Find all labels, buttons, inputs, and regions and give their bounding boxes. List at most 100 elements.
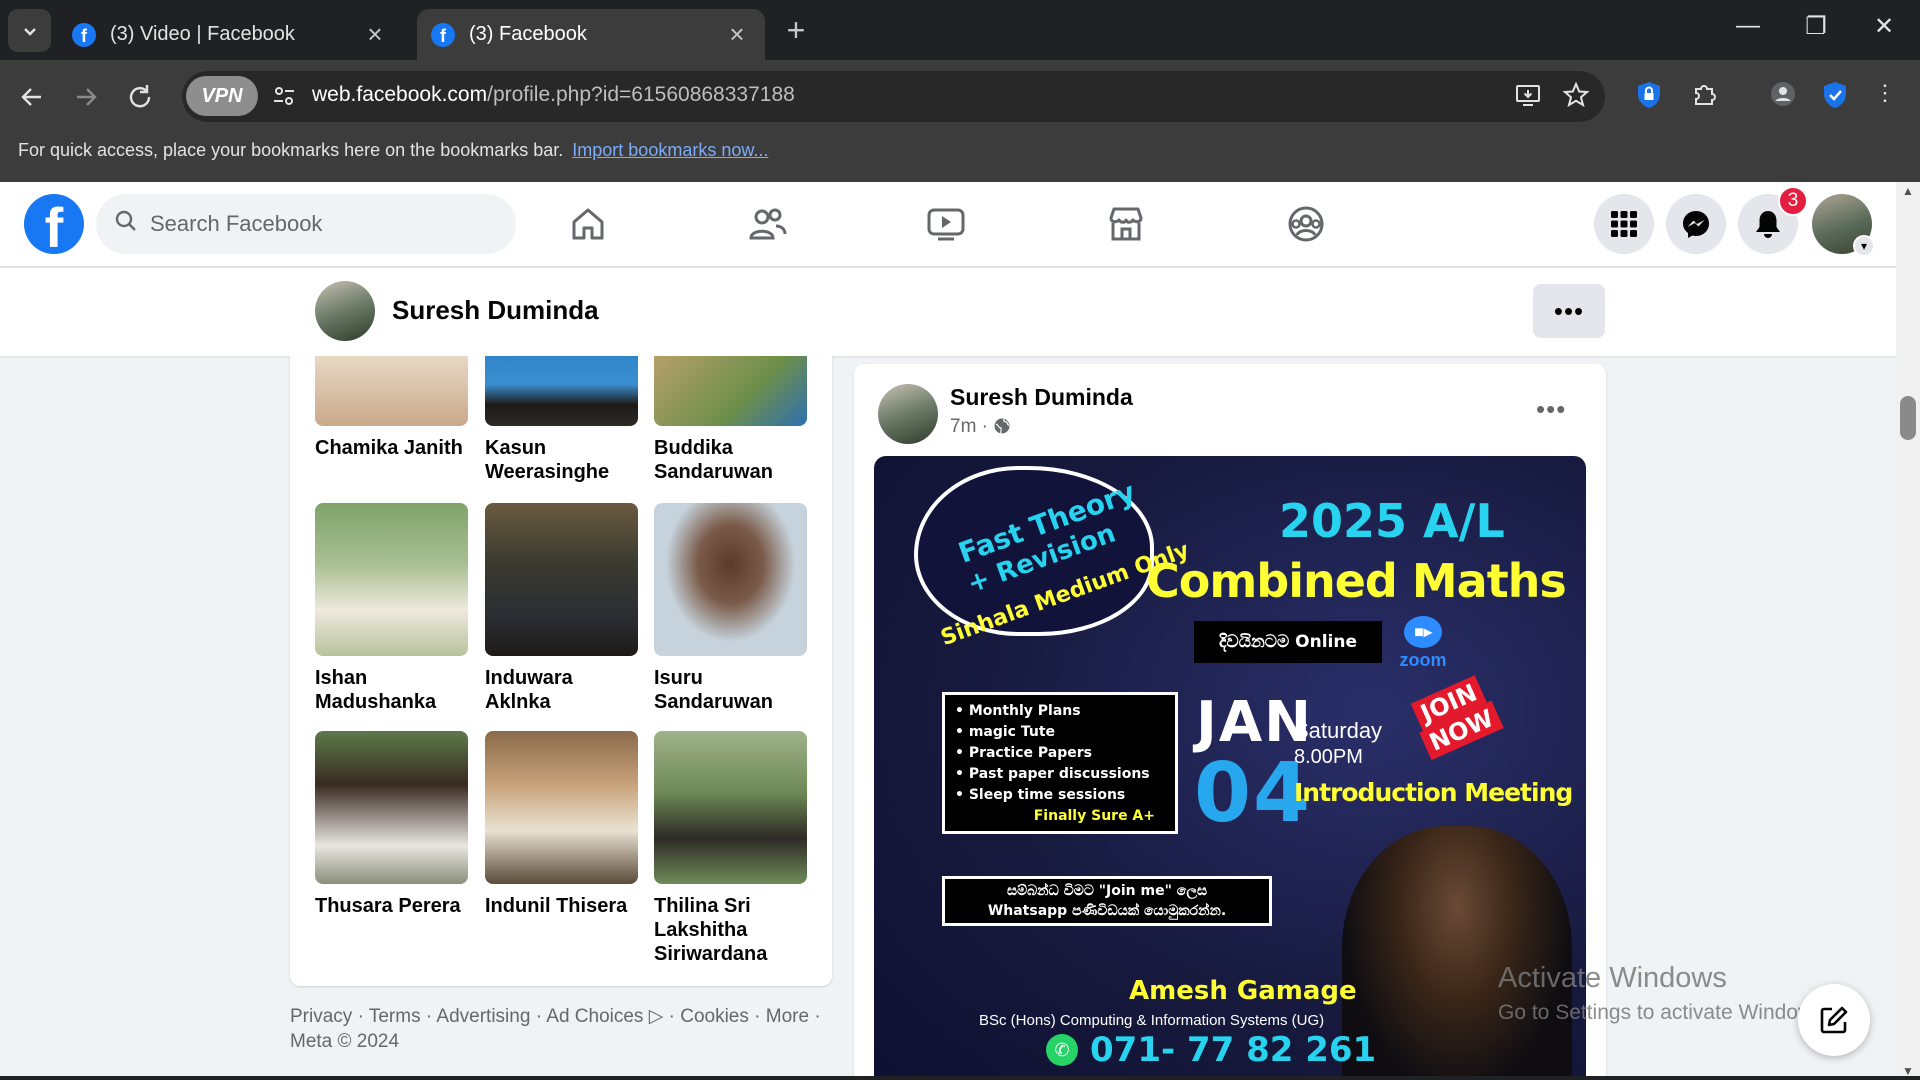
messenger-button[interactable]: [1666, 194, 1726, 254]
arrow-left-icon: [21, 88, 41, 106]
bookmarks-message: For quick access, place your bookmarks h…: [18, 140, 564, 160]
search-input[interactable]: [150, 211, 470, 237]
new-message-button[interactable]: [1798, 984, 1870, 1056]
facebook-search-box[interactable]: [96, 194, 516, 254]
password-extension-icon[interactable]: [1632, 80, 1666, 114]
vpn-button[interactable]: VPN: [186, 76, 258, 116]
post-image-flyer[interactable]: Fast Theory + Revision Sinhala Medium On…: [874, 456, 1586, 1080]
friend-tile[interactable]: Chamika Janith: [315, 356, 468, 460]
extensions-puzzle-icon[interactable]: [1688, 80, 1722, 114]
friend-photo[interactable]: [315, 356, 468, 426]
flyer-subject: Combined Maths: [1146, 554, 1567, 608]
friends-card: Chamika Janith Kasun Weerasinghe Buddika…: [290, 356, 832, 986]
friend-name[interactable]: Kasun Weerasinghe: [485, 436, 638, 484]
friend-name[interactable]: Thusara Perera: [315, 894, 468, 918]
nav-marketplace-tab[interactable]: [1094, 196, 1158, 252]
friend-name[interactable]: Buddika Sandaruwan: [654, 436, 807, 484]
friend-tile[interactable]: Isuru Sandaruwan: [654, 503, 807, 714]
profile-more-button[interactable]: •••: [1533, 284, 1605, 338]
url-text[interactable]: web.facebook.com/profile.php?id=61560868…: [312, 83, 795, 107]
nav-home-tab[interactable]: [556, 196, 620, 252]
post-author-name[interactable]: Suresh Duminda: [950, 384, 1133, 411]
search-icon: [114, 209, 138, 240]
bell-icon: [1756, 211, 1780, 238]
forward-button[interactable]: [66, 77, 106, 117]
footer-link-terms[interactable]: Terms: [369, 1006, 421, 1027]
footer-link-advertising[interactable]: Advertising: [436, 1006, 530, 1027]
feature-item: • magic Tute: [955, 724, 1056, 740]
profile-account-icon[interactable]: [1766, 80, 1800, 114]
grid-menu-icon: [1611, 211, 1637, 237]
friend-photo[interactable]: [485, 731, 638, 884]
page-scrollbar[interactable]: ▲ ▼: [1896, 182, 1920, 1080]
site-info-icon[interactable]: [270, 83, 298, 111]
friend-tile[interactable]: Buddika Sandaruwan: [654, 356, 807, 484]
friend-name[interactable]: Isuru Sandaruwan: [654, 666, 807, 714]
friend-tile[interactable]: Kasun Weerasinghe: [485, 356, 638, 484]
flyer-year-title: 2025 A/L: [1279, 494, 1505, 548]
friend-tile[interactable]: Ishan Madushanka: [315, 503, 468, 714]
account-avatar-button[interactable]: ▾: [1812, 194, 1875, 257]
browser-toolbar: VPN web.facebook.com/profile.php?id=6156…: [0, 60, 1920, 190]
flyer-time: 8.00PM: [1294, 746, 1363, 768]
import-bookmarks-link[interactable]: Import bookmarks now...: [572, 140, 768, 160]
friend-tile[interactable]: Induwara Aklnka: [485, 503, 638, 714]
friend-tile[interactable]: Thusara Perera: [315, 731, 468, 918]
friend-photo[interactable]: [315, 731, 468, 884]
tab-search-button[interactable]: [8, 9, 51, 52]
profile-avatar[interactable]: [315, 281, 375, 341]
friend-photo[interactable]: [485, 503, 638, 656]
bookmark-star-icon[interactable]: [1560, 81, 1592, 113]
tab-video-facebook[interactable]: f (3) Video | Facebook ×: [58, 9, 403, 60]
nav-video-tab[interactable]: [914, 196, 978, 252]
facebook-logo-icon[interactable]: f: [24, 194, 84, 254]
footer-link-ad-choices[interactable]: Ad Choices: [546, 1006, 643, 1027]
post-author-avatar[interactable]: [878, 384, 938, 444]
restore-window-button[interactable]: ❐: [1796, 12, 1836, 41]
nav-groups-tab[interactable]: [1274, 196, 1338, 252]
friend-name[interactable]: Induwara Aklnka: [485, 666, 638, 714]
menu-grid-button[interactable]: [1594, 194, 1654, 254]
friend-photo[interactable]: [654, 356, 807, 426]
nav-friends-tab[interactable]: [736, 196, 800, 252]
post-options-button[interactable]: •••: [1536, 394, 1566, 425]
friend-name[interactable]: Chamika Janith: [315, 436, 468, 460]
friend-photo[interactable]: [654, 503, 807, 656]
activate-windows-subtitle: Go to Settings to activate Windows.: [1498, 1001, 1830, 1024]
close-window-button[interactable]: ✕: [1864, 12, 1904, 41]
friend-name[interactable]: Thilina Sri Lakshitha Siriwardana: [654, 894, 807, 966]
close-tab-icon[interactable]: ×: [361, 19, 389, 50]
flyer-intro-meeting: Introduction Meeting: [1294, 778, 1573, 807]
tab-facebook-active[interactable]: f (3) Facebook ×: [417, 9, 765, 60]
post-time-text: 7m ·: [950, 416, 988, 437]
footer-link-cookies[interactable]: Cookies: [680, 1006, 749, 1027]
minimize-window-button[interactable]: —: [1728, 12, 1768, 40]
profile-name[interactable]: Suresh Duminda: [392, 295, 599, 326]
security-shield-icon[interactable]: [1818, 80, 1852, 114]
scroll-up-arrow-icon[interactable]: ▲: [1896, 184, 1920, 198]
facebook-header: f 3 ▾: [0, 182, 1896, 266]
new-tab-button[interactable]: +: [780, 12, 812, 49]
browser-menu-icon[interactable]: ⋮: [1868, 80, 1902, 114]
notifications-button[interactable]: 3: [1738, 186, 1808, 254]
close-tab-icon[interactable]: ×: [723, 19, 751, 50]
zoom-logo: ■▸ zoom: [1396, 616, 1450, 671]
footer-link-privacy[interactable]: Privacy: [290, 1006, 352, 1027]
post-timestamp[interactable]: 7m ·: [950, 416, 1011, 438]
install-app-icon[interactable]: [1512, 81, 1544, 113]
reload-icon: [129, 85, 151, 108]
friend-photo[interactable]: [315, 503, 468, 656]
friend-photo[interactable]: [654, 731, 807, 884]
friend-name[interactable]: Indunil Thisera: [485, 894, 638, 918]
friend-tile[interactable]: Indunil Thisera: [485, 731, 638, 918]
zoom-label: zoom: [1399, 650, 1447, 670]
friend-name[interactable]: Ishan Madushanka: [315, 666, 468, 714]
flyer-join-now-badge: JOIN NOW: [1407, 674, 1511, 779]
reload-button[interactable]: [120, 77, 160, 117]
friend-photo[interactable]: [485, 356, 638, 426]
scrollbar-thumb[interactable]: [1900, 396, 1916, 440]
back-button[interactable]: [12, 77, 52, 117]
footer-link-more[interactable]: More: [766, 1006, 809, 1027]
address-bar[interactable]: VPN web.facebook.com/profile.php?id=6156…: [182, 71, 1605, 122]
friend-tile[interactable]: Thilina Sri Lakshitha Siriwardana: [654, 731, 807, 966]
